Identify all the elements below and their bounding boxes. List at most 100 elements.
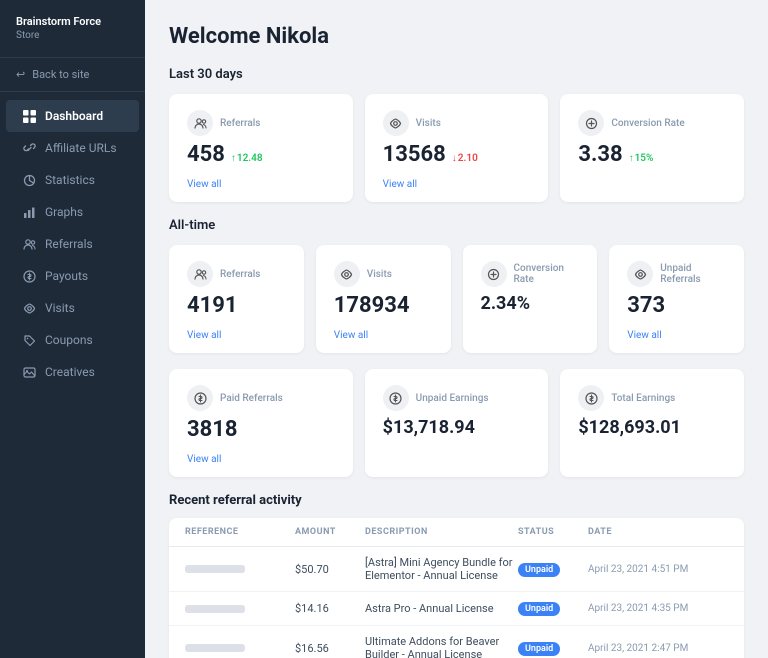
stat-value-row: 178934 bbox=[334, 293, 433, 318]
stat-value: 458 bbox=[187, 142, 225, 167]
chart-pie-icon bbox=[22, 173, 36, 187]
view-all-link[interactable]: View all bbox=[334, 330, 433, 341]
tag-icon bbox=[22, 333, 36, 347]
table-row: $16.56 Ultimate Addons for Beaver Builde… bbox=[169, 626, 744, 658]
sidebar-item-label: Statistics bbox=[45, 173, 95, 187]
sidebar-item-label: Referrals bbox=[45, 237, 93, 251]
last30-visits-card: Visits 13568 ↓ 2.10 View all bbox=[365, 94, 549, 202]
sidebar-item-affiliate-urls[interactable]: Affiliate URLs bbox=[6, 132, 139, 164]
visits-icon bbox=[334, 261, 360, 287]
table-header: Reference Amount Description Status Date bbox=[169, 518, 744, 547]
paid-referrals-icon bbox=[187, 385, 213, 411]
sidebar-item-creatives[interactable]: Creatives bbox=[6, 356, 139, 388]
stat-value: $128,693.01 bbox=[578, 417, 681, 438]
activity-table: Reference Amount Description Status Date… bbox=[169, 518, 744, 658]
alltime-paid-referrals-card: Paid Referrals 3818 View all bbox=[169, 369, 353, 477]
status-cell: Unpaid bbox=[518, 601, 588, 616]
sidebar-item-graphs[interactable]: Graphs bbox=[6, 196, 139, 228]
stat-value-row: 458 ↑ 12.48 bbox=[187, 142, 335, 167]
alltime-row2: Paid Referrals 3818 View all Unpaid Earn… bbox=[169, 369, 744, 477]
stat-value-row: 2.34% bbox=[481, 293, 580, 314]
stat-value: 178934 bbox=[334, 293, 410, 318]
status-badge: Unpaid bbox=[518, 642, 560, 656]
ref-cell bbox=[185, 644, 295, 652]
sidebar-item-statistics[interactable]: Statistics bbox=[6, 164, 139, 196]
grid-icon bbox=[22, 109, 36, 123]
stat-label: Referrals bbox=[220, 118, 260, 129]
view-all-link[interactable]: View all bbox=[187, 179, 335, 190]
stat-value-row: 3.38 ↑ 15% bbox=[578, 142, 726, 167]
ref-cell bbox=[185, 565, 295, 573]
last30-conversion-card: Conversion Rate 3.38 ↑ 15% bbox=[560, 94, 744, 202]
sidebar-item-label: Visits bbox=[45, 301, 75, 315]
users-icon bbox=[22, 237, 36, 251]
brand-header: Brainstorm Force Store bbox=[0, 0, 145, 58]
stat-value: 2.34% bbox=[481, 293, 531, 314]
status-cell: Unpaid bbox=[518, 562, 588, 577]
conversion-icon bbox=[481, 261, 507, 287]
alltime-visits-card: Visits 178934 View all bbox=[316, 245, 451, 353]
activity-section-title: Recent referral activity bbox=[169, 493, 744, 508]
view-all-link[interactable]: View all bbox=[627, 330, 726, 341]
last30days-section-title: Last 30 days bbox=[169, 67, 744, 82]
sidebar-nav: Dashboard Affiliate URLs Statistics Grap… bbox=[0, 92, 145, 396]
alltime-unpaid-earnings-card: Unpaid Earnings $13,718.94 bbox=[365, 369, 549, 477]
sidebar-item-label: Payouts bbox=[45, 269, 88, 283]
stat-label: Referrals bbox=[220, 269, 260, 280]
sidebar-item-label: Graphs bbox=[45, 205, 83, 219]
sidebar-item-visits[interactable]: Visits bbox=[6, 292, 139, 324]
image-icon bbox=[22, 365, 36, 379]
last30days-cards: Referrals 458 ↑ 12.48 View all Visits 13… bbox=[169, 94, 744, 202]
stat-card-header: Referrals bbox=[187, 110, 335, 136]
sidebar-item-referrals[interactable]: Referrals bbox=[6, 228, 139, 260]
table-row: $14.16 Astra Pro - Annual License Unpaid… bbox=[169, 592, 744, 626]
sidebar-item-label: Creatives bbox=[45, 365, 95, 379]
stat-value-row: $13,718.94 bbox=[383, 417, 531, 438]
link-icon bbox=[22, 141, 36, 155]
date-cell: April 23, 2021 2:47 PM bbox=[588, 643, 728, 654]
date-cell: April 23, 2021 4:51 PM bbox=[588, 564, 728, 575]
sidebar-item-dashboard[interactable]: Dashboard bbox=[6, 100, 139, 132]
brand-name: Brainstorm Force bbox=[16, 14, 129, 29]
referrals-icon bbox=[187, 110, 213, 136]
view-all-link[interactable]: View all bbox=[187, 330, 286, 341]
status-badge: Unpaid bbox=[518, 563, 560, 577]
stat-value: 4191 bbox=[187, 293, 238, 318]
referrals-icon bbox=[187, 261, 213, 287]
col-amount: Amount bbox=[295, 527, 365, 537]
bar-chart-icon bbox=[22, 205, 36, 219]
unpaid-referrals-icon bbox=[627, 261, 653, 287]
amount-cell: $16.56 bbox=[295, 642, 365, 655]
total-earnings-icon bbox=[578, 385, 604, 411]
last30-referrals-card: Referrals 458 ↑ 12.48 View all bbox=[169, 94, 353, 202]
visits-icon bbox=[383, 110, 409, 136]
description-cell: Ultimate Addons for Beaver Builder - Ann… bbox=[365, 635, 518, 658]
stat-label: Visits bbox=[416, 118, 441, 129]
view-all-link[interactable]: View all bbox=[383, 179, 531, 190]
stat-card-header: Visits bbox=[334, 261, 433, 287]
stat-value-row: 13568 ↓ 2.10 bbox=[383, 142, 531, 167]
unpaid-earnings-icon bbox=[383, 385, 409, 411]
stat-card-header: Unpaid Referrals bbox=[627, 261, 726, 287]
description-cell: Astra Pro - Annual License bbox=[365, 602, 518, 615]
stat-label: Visits bbox=[367, 269, 392, 280]
col-date: Date bbox=[588, 527, 728, 537]
stat-card-header: Conversion Rate bbox=[578, 110, 726, 136]
stat-value: 13568 bbox=[383, 142, 446, 167]
stat-value-row: 3818 bbox=[187, 417, 335, 442]
back-to-site[interactable]: ↩ Back to site bbox=[0, 58, 145, 92]
main-content: Welcome Nikola Last 30 days Referrals 45… bbox=[145, 0, 768, 658]
stat-card-header: Total Earnings bbox=[578, 385, 726, 411]
ref-cell bbox=[185, 605, 295, 613]
alltime-total-earnings-card: Total Earnings $128,693.01 bbox=[560, 369, 744, 477]
sidebar-item-coupons[interactable]: Coupons bbox=[6, 324, 139, 356]
stat-value: 3818 bbox=[187, 417, 238, 442]
stat-value: 3.38 bbox=[578, 142, 622, 167]
stat-label: Total Earnings bbox=[611, 393, 675, 404]
sidebar-item-label: Dashboard bbox=[45, 109, 103, 123]
stat-card-header: Paid Referrals bbox=[187, 385, 335, 411]
stat-label: Conversion Rate bbox=[514, 263, 580, 285]
sidebar-item-payouts[interactable]: Payouts bbox=[6, 260, 139, 292]
table-row: $50.70 [Astra] Mini Agency Bundle for El… bbox=[169, 547, 744, 592]
view-all-link[interactable]: View all bbox=[187, 454, 335, 465]
